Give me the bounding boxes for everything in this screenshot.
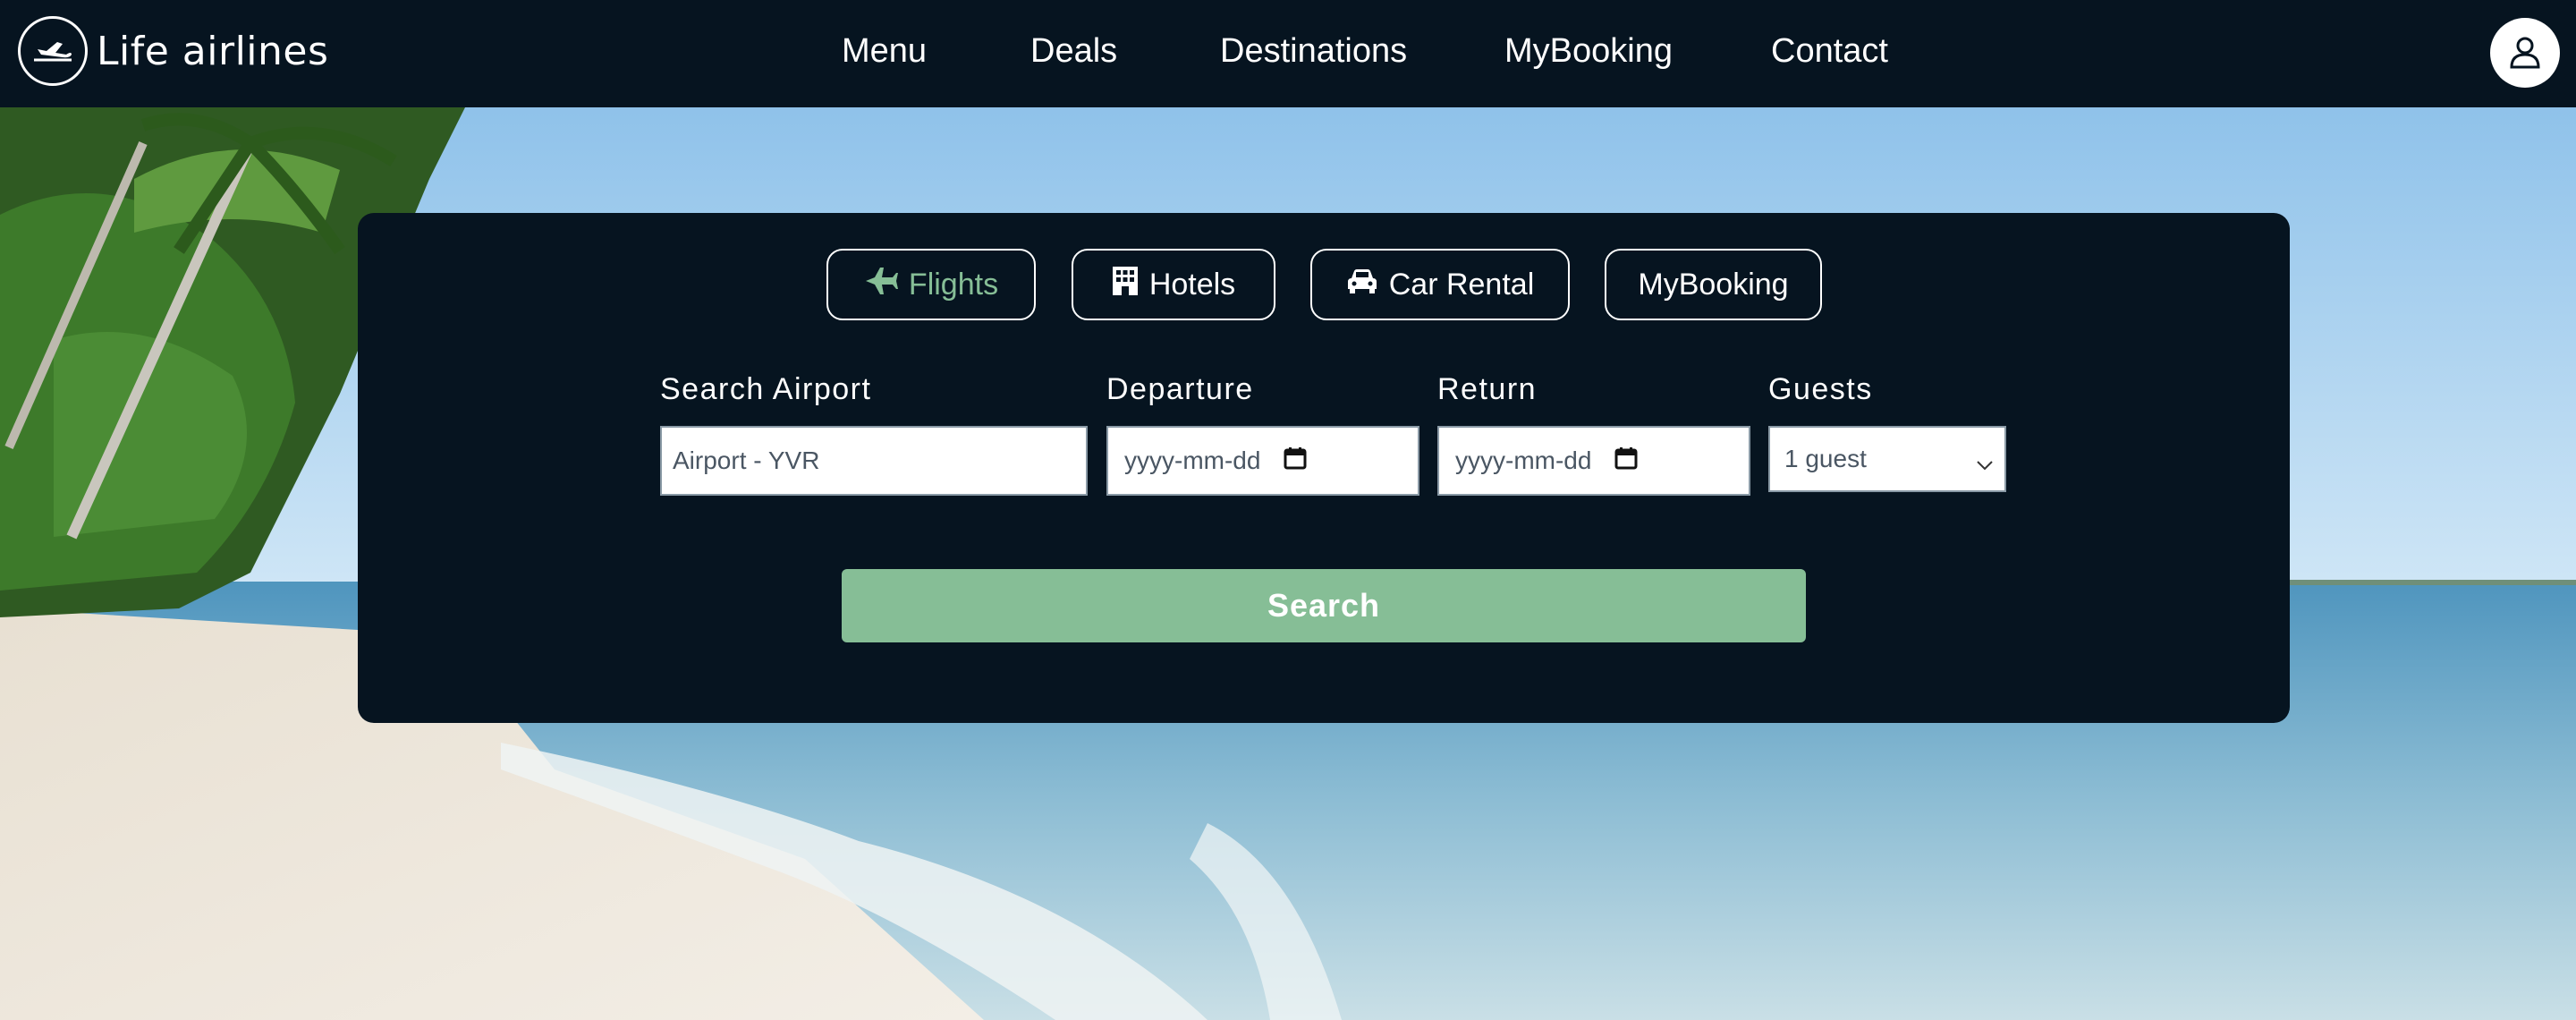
tab-label: Hotels xyxy=(1148,267,1236,302)
airport-label: Search Airport xyxy=(660,372,872,406)
departure-date-input[interactable]: yyyy-mm-dd xyxy=(1106,426,1419,496)
tab-mybooking[interactable]: MyBooking xyxy=(1605,249,1822,320)
guests-label: Guests xyxy=(1768,372,1873,406)
car-icon xyxy=(1346,268,1378,302)
tab-label: MyBooking xyxy=(1638,267,1789,302)
top-navbar: Life airlines Menu Deals Destinations My… xyxy=(0,0,2576,107)
search-panel: Flights Hotels Car Rental MyBooking Sear… xyxy=(358,213,2290,723)
nav-link-deals[interactable]: Deals xyxy=(1030,32,1117,71)
chevron-down-icon xyxy=(1976,449,1994,478)
tab-hotels[interactable]: Hotels xyxy=(1072,249,1275,320)
hotel-icon xyxy=(1112,266,1139,304)
calendar-icon[interactable] xyxy=(1614,446,1638,476)
main-nav: Menu Deals Destinations MyBooking Contac… xyxy=(0,0,2576,107)
tab-label: Flights xyxy=(908,267,999,302)
plane-icon xyxy=(864,266,898,304)
airport-input[interactable]: Airport - YVR xyxy=(660,426,1088,496)
departure-label: Departure xyxy=(1106,372,1254,406)
tab-label: Car Rental xyxy=(1388,267,1535,302)
nav-link-mybooking[interactable]: MyBooking xyxy=(1504,32,1673,71)
airport-placeholder: Airport - YVR xyxy=(673,446,820,474)
tab-flights[interactable]: Flights xyxy=(826,249,1036,320)
tab-car-rental[interactable]: Car Rental xyxy=(1310,249,1570,320)
nav-link-contact[interactable]: Contact xyxy=(1771,32,1888,71)
booking-tabs: Flights Hotels Car Rental MyBooking xyxy=(358,249,2290,320)
calendar-icon[interactable] xyxy=(1284,446,1307,476)
return-value: yyyy-mm-dd xyxy=(1455,446,1592,474)
return-date-input[interactable]: yyyy-mm-dd xyxy=(1437,426,1750,496)
departure-value: yyyy-mm-dd xyxy=(1124,446,1261,474)
guests-select[interactable]: 1 guest xyxy=(1768,426,2006,492)
user-icon[interactable] xyxy=(2490,18,2560,88)
guests-value: 1 guest xyxy=(1784,445,1867,472)
return-label: Return xyxy=(1437,372,1538,406)
nav-link-destinations[interactable]: Destinations xyxy=(1220,32,1407,71)
nav-link-menu[interactable]: Menu xyxy=(842,32,927,71)
search-button[interactable]: Search xyxy=(842,569,1806,642)
